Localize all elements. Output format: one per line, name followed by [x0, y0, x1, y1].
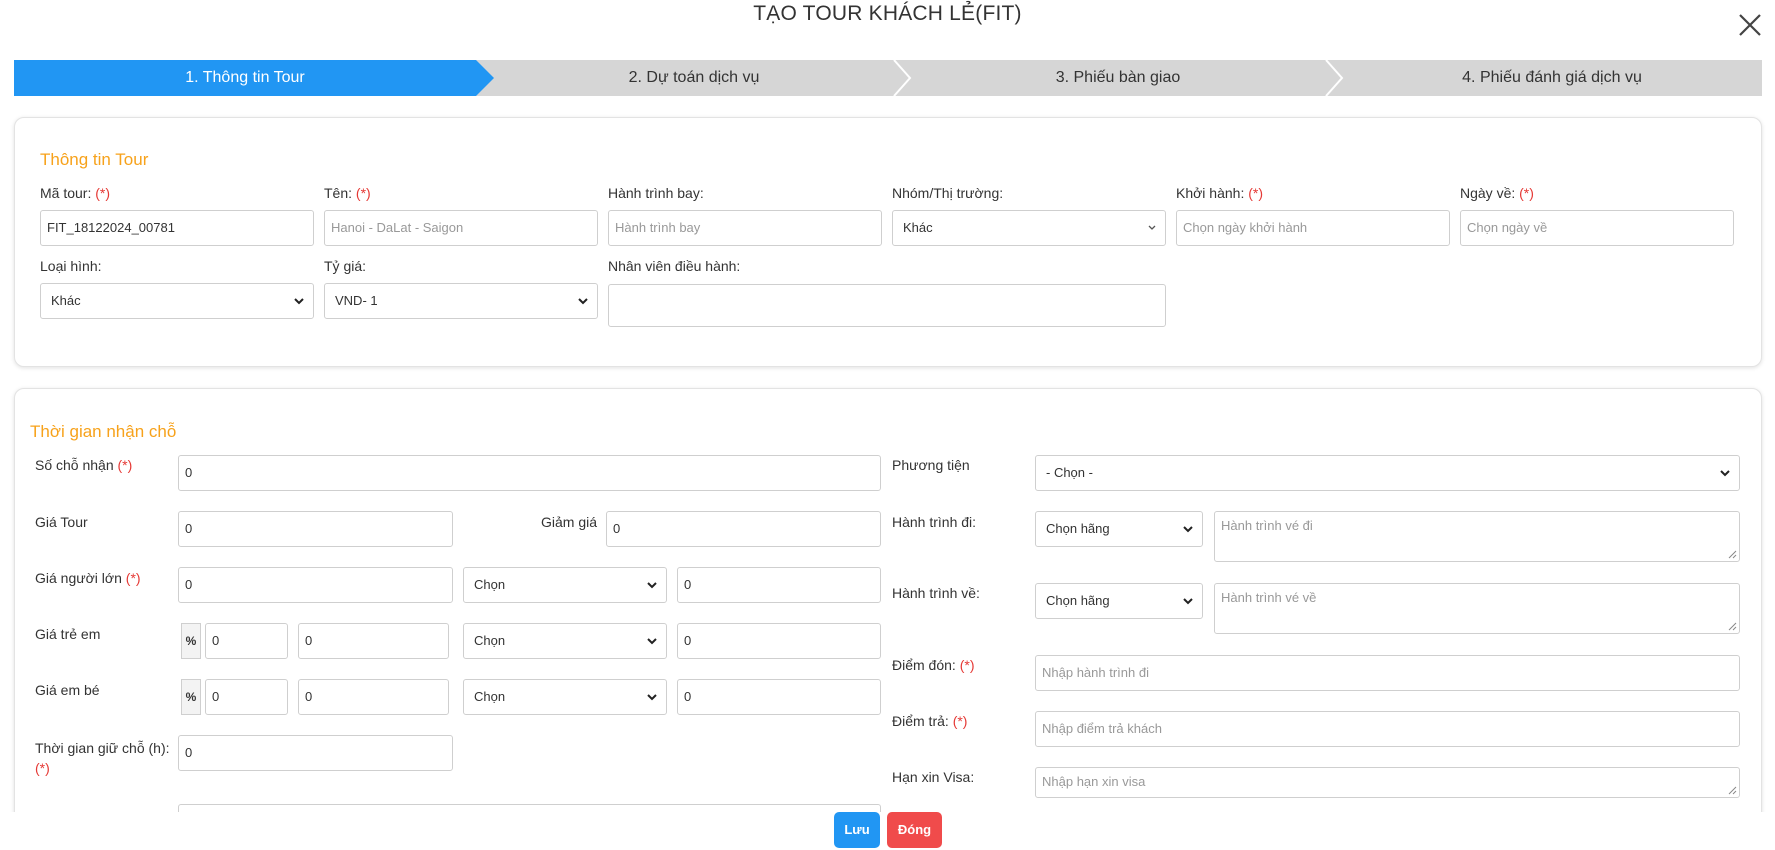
gia-nguoi-lon-select[interactable]: Chọn	[463, 567, 667, 603]
hanh-trinh-bay-input[interactable]: Hành trình bay	[608, 210, 882, 246]
resize-grip-icon[interactable]	[1728, 786, 1737, 795]
nhan-vien-input[interactable]	[608, 284, 1166, 327]
han-visa-label: Hạn xin Visa:	[892, 769, 975, 785]
ngay-ve-input[interactable]: Chọn ngày về	[1460, 210, 1734, 246]
giu-cho-label: Thời gian giữ chỗ (h): (*)	[35, 740, 170, 776]
hanh-trinh-di-airline-value: Chọn hãng	[1046, 521, 1110, 536]
nhom-label: Nhóm/Thị trường:	[892, 185, 1004, 201]
ten-label: Tên: (*)	[324, 185, 371, 201]
diem-tra-input[interactable]: Nhập điểm trả khách	[1035, 711, 1740, 747]
hanh-trinh-di-label: Hành trình đi:	[892, 514, 977, 530]
next-row-input-partial[interactable]	[178, 804, 881, 812]
gia-tre-em-input[interactable]: 0	[298, 623, 449, 659]
step-service-review[interactable]: 4. Phiếu đánh giá dịch vụ	[1342, 60, 1762, 96]
resize-grip-icon[interactable]	[1728, 550, 1737, 559]
phuong-tien-value: - Chọn -	[1046, 465, 1093, 480]
create-tour-modal: TẠO TOUR KHÁCH LẺ(FIT) 1. Thông tin Tour…	[0, 0, 1775, 850]
han-visa-textarea[interactable]: Nhập hạn xin visa	[1035, 767, 1740, 798]
chevron-down-icon	[1182, 584, 1194, 618]
ty-gia-value: VND- 1	[335, 293, 378, 308]
tour-info-title: Thông tin Tour	[40, 150, 149, 169]
gia-tre-em-total[interactable]: 0	[677, 623, 881, 659]
close-button[interactable]: Đóng	[887, 812, 942, 848]
phuong-tien-label: Phương tiện	[892, 457, 970, 473]
hanh-trinh-ve-label: Hành trình về:	[892, 585, 980, 601]
gia-em-be-input[interactable]: 0	[298, 679, 449, 715]
loai-hinh-select[interactable]: Khác	[40, 283, 314, 319]
gia-tour-input[interactable]: 0	[178, 511, 453, 547]
stepper: 1. Thông tin Tour 2. Dự toán dịch vụ 3. …	[14, 60, 1762, 96]
nhom-value: Khác	[903, 220, 933, 235]
gia-nguoi-lon-label: Giá người lớn (*)	[35, 570, 141, 586]
resize-grip-icon[interactable]	[1728, 622, 1737, 631]
chevron-down-icon	[646, 680, 658, 714]
ty-gia-select[interactable]: VND- 1	[324, 283, 598, 319]
percent-toggle-tre-em[interactable]: %	[181, 623, 201, 659]
loai-hinh-value: Khác	[51, 293, 81, 308]
han-visa-placeholder: Nhập hạn xin visa	[1042, 774, 1146, 789]
diem-tra-label: Điểm trả: (*)	[892, 713, 968, 729]
gia-tour-label: Giá Tour	[35, 514, 88, 530]
hanh-trinh-bay-label: Hành trình bay:	[608, 185, 704, 201]
chevron-down-icon	[1719, 456, 1731, 490]
gia-nguoi-lon-total[interactable]: 0	[677, 567, 881, 603]
giam-gia-input[interactable]: 0	[606, 511, 881, 547]
gia-em-be-total[interactable]: 0	[677, 679, 881, 715]
hanh-trinh-di-textarea[interactable]: Hành trình vé đi	[1214, 511, 1740, 562]
hanh-trinh-ve-placeholder: Hành trình vé về	[1221, 590, 1317, 605]
ma-tour-input[interactable]: FIT_18122024_00781	[40, 210, 314, 246]
hanh-trinh-ve-airline-select[interactable]: Chọn hãng	[1035, 583, 1203, 619]
ty-gia-label: Tỷ giá:	[324, 258, 367, 274]
ma-tour-label: Mã tour: (*)	[40, 185, 111, 201]
nhan-vien-label: Nhân viên điều hành:	[608, 258, 741, 274]
gia-tre-em-select[interactable]: Chọn	[463, 623, 667, 659]
step-handover[interactable]: 3. Phiếu bàn giao	[910, 60, 1326, 96]
khoi-hanh-label: Khởi hành: (*)	[1176, 185, 1264, 201]
close-icon[interactable]	[1737, 12, 1763, 38]
diem-don-input[interactable]: Nhập hành trình đi	[1035, 655, 1740, 691]
chevron-down-icon	[1147, 211, 1157, 245]
chevron-down-icon	[1182, 512, 1194, 546]
step-cost-estimate[interactable]: 2. Dự toán dịch vụ	[494, 60, 894, 96]
gia-em-be-select-value: Chọn	[474, 689, 506, 704]
booking-title: Thời gian nhận chỗ	[30, 422, 177, 441]
hanh-trinh-di-placeholder: Hành trình vé đi	[1221, 518, 1313, 533]
hanh-trinh-ve-textarea[interactable]: Hành trình vé về	[1214, 583, 1740, 634]
hanh-trinh-ve-airline-value: Chọn hãng	[1046, 593, 1110, 608]
chevron-down-icon	[577, 284, 589, 318]
save-button[interactable]: Lưu	[834, 812, 880, 848]
khoi-hanh-input[interactable]: Chọn ngày khởi hành	[1176, 210, 1450, 246]
gia-em-be-label: Giá em bé	[35, 682, 100, 698]
gia-em-be-percent[interactable]: 0	[205, 679, 288, 715]
nhom-select[interactable]: Khác	[892, 210, 1166, 246]
chevron-down-icon	[293, 284, 305, 318]
gia-tre-em-percent[interactable]: 0	[205, 623, 288, 659]
diem-don-label: Điểm đón: (*)	[892, 657, 975, 673]
ten-input[interactable]: Hanoi - DaLat - Saigon	[324, 210, 598, 246]
gia-nguoi-lon-input[interactable]: 0	[178, 567, 453, 603]
gia-tre-em-label: Giá trẻ em	[35, 626, 101, 642]
hanh-trinh-di-airline-select[interactable]: Chọn hãng	[1035, 511, 1203, 547]
so-cho-label: Số chỗ nhận (*)	[35, 457, 133, 473]
so-cho-input[interactable]: 0	[178, 455, 881, 491]
phuong-tien-select[interactable]: - Chọn -	[1035, 455, 1740, 491]
gia-tre-em-select-value: Chọn	[474, 633, 506, 648]
giam-gia-label: Giảm giá	[541, 514, 598, 530]
gia-nguoi-lon-select-value: Chọn	[474, 577, 506, 592]
ngay-ve-label: Ngày về: (*)	[1460, 185, 1534, 201]
step-tour-info[interactable]: 1. Thông tin Tour	[14, 60, 476, 96]
modal-title: TẠO TOUR KHÁCH LẺ(FIT)	[753, 2, 1022, 25]
loai-hinh-label: Loại hình:	[40, 258, 102, 274]
chevron-down-icon	[646, 568, 658, 602]
percent-toggle-em-be[interactable]: %	[181, 679, 201, 715]
gia-em-be-select[interactable]: Chọn	[463, 679, 667, 715]
giu-cho-input[interactable]: 0	[178, 735, 453, 771]
chevron-down-icon	[646, 624, 658, 658]
